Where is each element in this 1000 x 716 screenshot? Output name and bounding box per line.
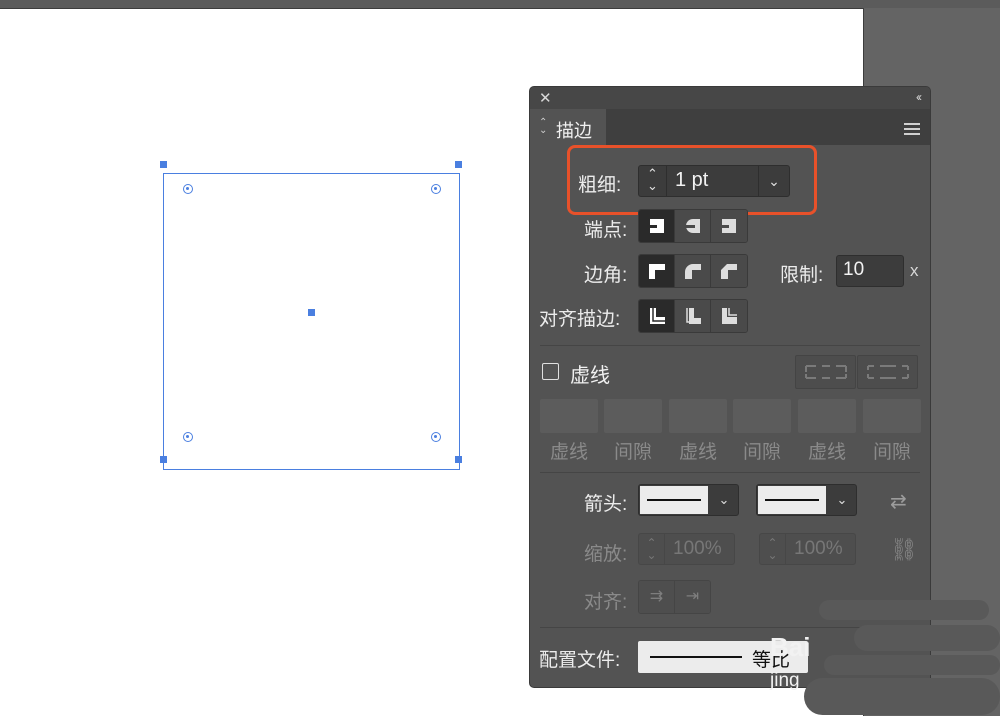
panel-title-bar[interactable]: ✕ ‹‹	[530, 87, 930, 109]
corner-button-group	[638, 254, 748, 288]
dash-exact-preset-icon[interactable]	[795, 355, 856, 389]
corner-widget-bottom-left[interactable]	[183, 432, 193, 442]
align-stroke-label: 对齐描边:	[539, 309, 621, 330]
start-scale-value[interactable]: 100%	[673, 538, 722, 560]
cap-button-group	[638, 209, 748, 243]
panel-tab-row: ⌃ ⌄ 描边	[530, 109, 930, 145]
selected-rectangle[interactable]	[163, 173, 460, 470]
stepper-icon[interactable]: ⌃ ⌄	[760, 534, 786, 564]
align-center-icon[interactable]	[639, 300, 675, 332]
start-arrowhead-swatch	[640, 486, 708, 514]
hamburger-menu-icon[interactable]	[904, 123, 920, 138]
swap-arrowheads-icon[interactable]: ⇄	[890, 489, 907, 514]
end-scale-field[interactable]: ⌃ ⌄ 100%	[759, 533, 856, 565]
link-scale-icon[interactable]: ⛓	[890, 537, 918, 563]
watermark-subtext: jing	[770, 670, 800, 691]
cap-label: 端点:	[584, 220, 628, 241]
end-arrowhead-select[interactable]: ⌄	[756, 484, 857, 516]
corner-widget-bottom-right[interactable]	[431, 432, 441, 442]
resize-handle-bottom-right[interactable]	[455, 456, 462, 463]
butt-cap-icon[interactable]	[639, 210, 675, 242]
dash-3-caption: 虚线	[807, 442, 846, 463]
limit-suffix: x	[910, 261, 919, 280]
stepper-icon[interactable]: ⌃ ⌄	[639, 534, 665, 564]
arrowheads-label: 箭头:	[584, 494, 628, 515]
center-point	[308, 309, 315, 316]
start-scale-field[interactable]: ⌃ ⌄ 100%	[638, 533, 735, 565]
end-scale-value[interactable]: 100%	[794, 538, 843, 560]
corner-label: 边角:	[584, 265, 628, 286]
round-cap-icon[interactable]	[675, 210, 711, 242]
dash-1-input[interactable]	[540, 399, 598, 433]
dashed-line-checkbox[interactable]	[542, 363, 559, 380]
bevel-join-icon[interactable]	[711, 255, 747, 287]
chevron-down-icon[interactable]: ⌄	[710, 485, 738, 515]
profile-preview-line	[650, 656, 742, 658]
dash-2-caption: 虚线	[678, 442, 717, 463]
miter-join-icon[interactable]	[639, 255, 675, 287]
gap-3-caption: 间隙	[872, 442, 911, 463]
resize-handle-top-right[interactable]	[455, 161, 462, 168]
tab-expand-icon[interactable]: ⌃ ⌄	[539, 118, 547, 136]
dash-1-caption: 虚线	[549, 442, 588, 463]
limit-label: 限制:	[780, 265, 824, 286]
align-inside-icon[interactable]	[675, 300, 711, 332]
close-icon[interactable]: ✕	[539, 89, 552, 107]
projecting-cap-icon[interactable]	[711, 210, 747, 242]
limit-input[interactable]: 10	[836, 255, 904, 287]
dash-align-corners-preset-icon[interactable]	[857, 355, 918, 389]
resize-handle-top-left[interactable]	[160, 161, 167, 168]
chevron-down-icon[interactable]: ⌄	[828, 485, 856, 515]
gap-1-input[interactable]	[604, 399, 662, 433]
profile-label: 配置文件:	[539, 650, 621, 671]
gap-1-caption: 间隙	[613, 442, 652, 463]
align-outside-icon[interactable]	[711, 300, 747, 332]
end-arrowhead-swatch	[758, 486, 826, 514]
top-toolbar-strip	[0, 0, 1000, 8]
align-stroke-button-group	[638, 299, 748, 333]
gap-2-input[interactable]	[733, 399, 791, 433]
gap-2-caption: 间隙	[742, 442, 781, 463]
gap-3-input[interactable]	[863, 399, 921, 433]
tab-stroke-label: 描边	[556, 121, 592, 141]
resize-handle-bottom-left[interactable]	[160, 456, 167, 463]
arrow-align-button-group: ⇉ ⇥	[638, 580, 711, 614]
corner-widget-top-left[interactable]	[183, 184, 193, 194]
dashed-line-label[interactable]: 虚线	[570, 359, 610, 388]
divider	[540, 472, 920, 473]
scale-label: 缩放:	[584, 544, 628, 565]
corner-widget-top-right[interactable]	[431, 184, 441, 194]
tab-stroke[interactable]: ⌃ ⌄ 描边	[530, 109, 606, 145]
watermark: Bai jing	[764, 600, 1000, 715]
stroke-panel: ✕ ‹‹ ⌃ ⌄ 描边 粗细: ⌃ ⌄ 1 pt ⌄ 端点: 边角: 限制: 1…	[529, 86, 931, 688]
arrow-align-label: 对齐:	[584, 592, 628, 613]
highlight-annotation	[567, 145, 817, 215]
divider	[540, 345, 920, 346]
arrow-extend-icon[interactable]: ⇉	[639, 581, 675, 613]
watermark-text: Bai	[770, 632, 811, 662]
arrow-place-at-end-icon[interactable]: ⇥	[675, 581, 710, 613]
dash-3-input[interactable]	[798, 399, 856, 433]
dash-2-input[interactable]	[669, 399, 727, 433]
start-arrowhead-select[interactable]: ⌄	[638, 484, 739, 516]
collapse-panel-icon[interactable]: ‹‹	[916, 90, 922, 104]
round-join-icon[interactable]	[675, 255, 711, 287]
